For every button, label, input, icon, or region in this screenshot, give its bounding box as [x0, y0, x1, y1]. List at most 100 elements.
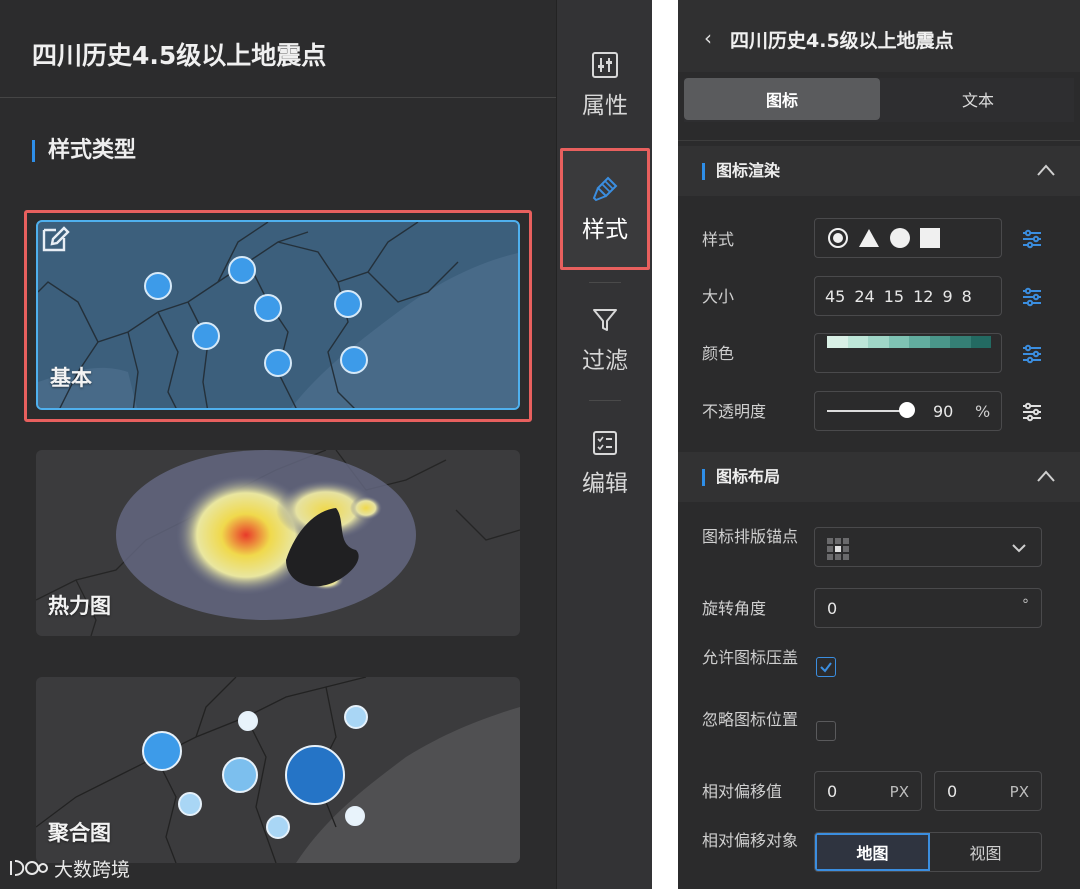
label-relative-target: 相对偏移对象 [702, 831, 799, 850]
tune-icon[interactable] [1020, 285, 1044, 309]
edit-icon[interactable] [38, 222, 72, 256]
circle-icon[interactable] [889, 227, 911, 249]
funnel-icon [593, 309, 617, 331]
settings-header: ‹ 四川历史4.5级以上地震点 [678, 0, 1080, 72]
chevron-up-icon[interactable] [1036, 163, 1056, 177]
option-map[interactable]: 地图 [815, 833, 930, 871]
size-values[interactable]: 45 24 15 12 9 8 [814, 276, 1002, 316]
offset-y-value: 0 [947, 781, 958, 801]
label-color: 颜色 [702, 344, 735, 363]
tab-label-style: 样式 [582, 217, 628, 243]
size-value: 15 [883, 286, 905, 306]
style-type-panel: 四川历史4.5级以上地震点 样式类型 基本 热力图 聚合图 大数跨境 [0, 0, 556, 889]
allow-overlap-checkbox[interactable] [816, 657, 836, 677]
offset-x-value: 0 [827, 781, 838, 801]
chevron-down-icon[interactable] [1011, 542, 1027, 554]
card-label-basic: 基本 [50, 366, 92, 390]
rotation-value: 0 [827, 598, 838, 618]
tune-icon[interactable] [1020, 227, 1044, 251]
title-divider [0, 97, 556, 98]
label-allow-overlap: 允许图标压盖 [702, 648, 799, 667]
section-icon-render[interactable]: 图标渲染 [678, 146, 1080, 196]
color-swatch [970, 336, 991, 348]
checkmark-icon [820, 662, 832, 673]
sliders-icon [592, 52, 618, 78]
icon-shape-selector[interactable] [814, 218, 1002, 258]
panel-tab-bar: 属性 样式 过滤 编辑 [556, 0, 652, 889]
section-title-style-type: 样式类型 [32, 138, 136, 164]
tab-divider [589, 282, 621, 283]
size-value: 45 [825, 286, 846, 306]
color-swatch [950, 336, 971, 348]
tab-style[interactable]: 样式 [560, 148, 650, 270]
watermark-text: 大数跨境 [54, 858, 131, 881]
label-style: 样式 [702, 230, 735, 249]
tab-text[interactable]: 文本 [880, 78, 1076, 120]
opacity-slider-thumb[interactable] [899, 402, 915, 418]
color-swatch [929, 336, 950, 348]
watermark-logo-icon [10, 860, 48, 876]
back-icon[interactable]: ‹ [704, 26, 712, 50]
tab-icon[interactable]: 图标 [684, 78, 880, 120]
settings-tabs: 图标 文本 [684, 78, 1074, 122]
size-value: 12 [913, 286, 934, 306]
ignore-position-checkbox[interactable] [816, 721, 836, 741]
color-swatch [847, 336, 868, 348]
layer-title: 四川历史4.5级以上地震点 [32, 41, 327, 70]
opacity-slider-track[interactable] [827, 410, 907, 412]
square-icon[interactable] [919, 227, 941, 249]
opacity-value[interactable]: 90 [933, 402, 953, 421]
rotation-input[interactable]: 0 ° [814, 588, 1042, 628]
anchor-grid-icon [827, 538, 849, 560]
chevron-up-icon[interactable] [1036, 469, 1056, 483]
style-card-heatmap[interactable]: 热力图 [36, 450, 520, 636]
tab-properties[interactable]: 属性 [557, 30, 653, 140]
label-size: 大小 [702, 287, 735, 306]
target-circle-icon[interactable] [827, 227, 849, 249]
color-swatch [827, 336, 848, 348]
watermark: 大数跨境 [8, 853, 130, 883]
relative-target-toggle: 地图 视图 [814, 832, 1042, 872]
style-card-basic[interactable]: 基本 [36, 220, 520, 410]
brush-icon [592, 176, 618, 202]
card-label-cluster: 聚合图 [48, 821, 111, 845]
color-ramp [827, 336, 991, 348]
card-label-heatmap: 热力图 [48, 594, 111, 618]
basic-map-preview [38, 222, 518, 408]
offset-x-input[interactable]: 0 PX [814, 771, 922, 811]
offset-unit: PX [1009, 783, 1029, 801]
tune-icon[interactable] [1020, 342, 1044, 366]
rotation-unit: ° [1022, 597, 1029, 613]
size-value: 24 [854, 286, 875, 306]
label-opacity: 不透明度 [702, 402, 767, 421]
tab-filter[interactable]: 过滤 [557, 285, 653, 395]
tab-edit[interactable]: 编辑 [557, 408, 653, 518]
tune-icon[interactable] [1020, 400, 1044, 424]
option-view[interactable]: 视图 [930, 833, 1041, 871]
tab-label-edit: 编辑 [582, 471, 628, 497]
style-settings-panel: ‹ 四川历史4.5级以上地震点 图标 文本 图标渲染 样式 大小 45 24 1… [678, 0, 1080, 889]
section-title-icon-layout: 图标布局 [702, 466, 780, 488]
tab-label-properties: 属性 [582, 93, 628, 119]
offset-unit: PX [889, 783, 909, 801]
anchor-dropdown[interactable] [814, 527, 1042, 567]
tab-label-filter: 过滤 [582, 348, 628, 374]
section-title-icon-render: 图标渲染 [702, 160, 780, 182]
label-rotation: 旋转角度 [702, 599, 767, 618]
label-offset: 相对偏移值 [702, 782, 783, 801]
section-icon-layout[interactable]: 图标布局 [678, 452, 1080, 502]
color-swatch [888, 336, 909, 348]
opacity-control: 90 % [814, 391, 1002, 431]
size-value: 9 [942, 286, 953, 306]
tab-divider [589, 400, 621, 401]
color-ramp-selector[interactable] [814, 333, 1002, 373]
offset-y-input[interactable]: 0 PX [934, 771, 1042, 811]
opacity-unit: % [975, 402, 991, 421]
style-card-cluster[interactable]: 聚合图 [36, 677, 520, 863]
label-icon-anchor: 图标排版锚点 [702, 527, 799, 546]
color-swatch [909, 336, 930, 348]
size-value: 8 [961, 286, 972, 306]
triangle-icon[interactable] [857, 227, 881, 249]
color-swatch [868, 336, 889, 348]
checklist-icon [593, 431, 617, 455]
